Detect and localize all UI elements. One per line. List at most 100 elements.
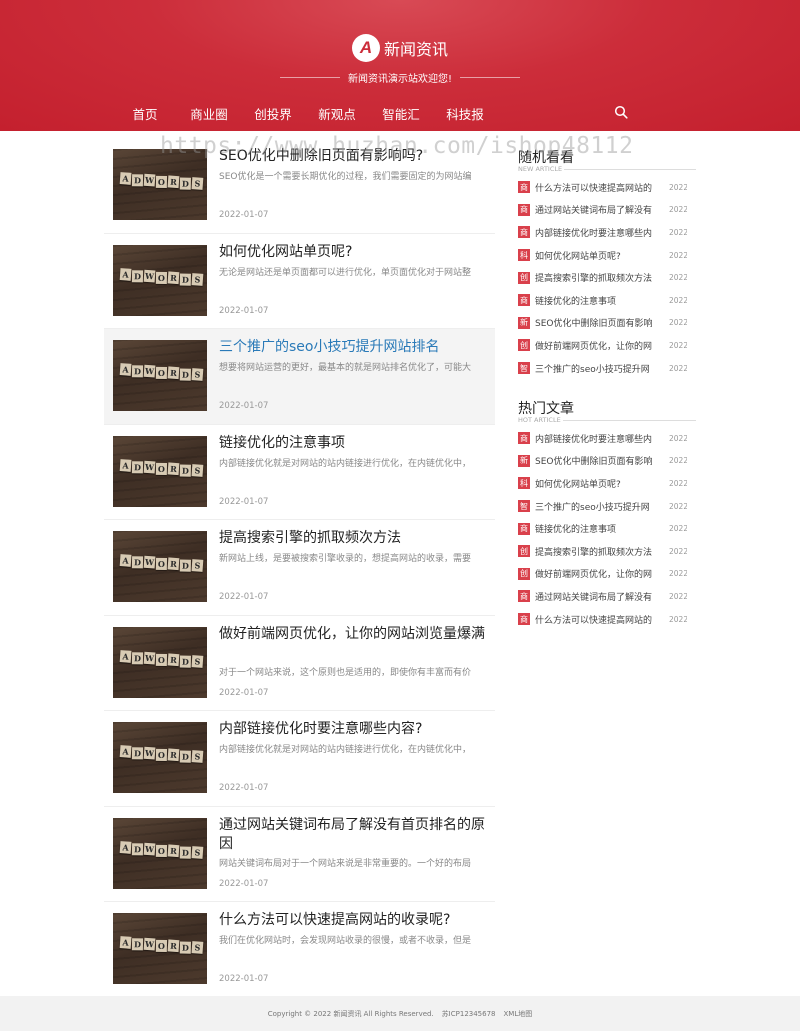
sidebar-list-item[interactable]: 创做好前端网页优化，让你的网 2022- — [518, 563, 696, 586]
site-logo[interactable]: A 新闻资讯 — [0, 34, 800, 62]
article-item[interactable]: A D W O R D S 通过网站关键词布局了解没有首页排名的原因 网站关键词布局对于一个网站… — [104, 807, 495, 902]
sidebar-list-item[interactable]: 商通过网站关键词布局了解没有 2022- — [518, 585, 696, 608]
thumbnail-tile: D — [131, 460, 144, 473]
sidebar-item-title[interactable]: 什么方法可以快速提高网站的 — [535, 613, 661, 626]
article-date: 2022-01-07 — [219, 783, 269, 793]
article-title[interactable]: 内部链接优化时要注意哪些内容? — [219, 720, 489, 739]
article-title[interactable]: 通过网站关键词布局了解没有首页排名的原因 — [219, 816, 489, 854]
nav-item-business[interactable]: 商业圈 — [177, 104, 241, 123]
article-excerpt: 我们在优化网站时，会发现网站收录的很慢，或者不收录，但是 — [219, 936, 472, 946]
article-thumbnail[interactable]: ADWORDS — [113, 340, 207, 411]
footer-sitemap-link[interactable]: XML地图 — [504, 1009, 533, 1019]
article-title[interactable]: SEO优化中删除旧页面有影响吗? — [219, 147, 489, 166]
article-thumbnail[interactable]: ADWORDS — [113, 817, 207, 889]
thumbnail-tile: D — [131, 747, 144, 760]
sidebar-item-title[interactable]: 通过网站关键词布局了解没有 — [535, 590, 661, 603]
article-title[interactable]: 三个推广的seo小技巧提升网站排名 — [219, 338, 489, 357]
sidebar-list-item[interactable]: 创提高搜索引擎的抓取频次方法 2022- — [518, 266, 696, 289]
sidebar-item-title[interactable]: 什么方法可以快速提高网站的 — [535, 181, 661, 194]
thumbnail-tiles: ADWORDS — [119, 936, 205, 954]
sidebar-list-item[interactable]: 商链接优化的注意事项 2022- — [518, 517, 696, 540]
article-thumbnail[interactable]: ADWORDS — [113, 626, 207, 698]
category-badge: 创 — [518, 271, 530, 284]
thumbnail-tile: O — [155, 748, 168, 762]
article-title[interactable]: 什么方法可以快速提高网站的收录呢? — [219, 911, 489, 930]
article-item[interactable]: A D W O R D S 内部链接优化时要注意哪些内容? 内部链接优化就是对网站的站内链接进行… — [104, 711, 495, 807]
nav-item-home[interactable]: 首页 — [113, 104, 177, 123]
category-badge: 商 — [518, 432, 530, 445]
article-item[interactable]: A D W O R D S 三个推广的seo小技巧提升网站排名 想要将网站运营的更好，最基本的就… — [104, 329, 495, 425]
sidebar-list-item[interactable]: 商什么方法可以快速提高网站的 2022- — [518, 176, 696, 199]
sidebar-item-title[interactable]: 链接优化的注意事项 — [535, 522, 661, 535]
sidebar-item-title[interactable]: 链接优化的注意事项 — [535, 294, 661, 307]
divider — [562, 419, 696, 421]
thumbnail-tile: D — [131, 842, 144, 855]
sidebar-item-title[interactable]: 三个推广的seo小技巧提升网 — [535, 362, 661, 375]
article-thumbnail[interactable]: ADWORDS — [113, 913, 207, 984]
nav-item-venture[interactable]: 创投界 — [241, 104, 305, 123]
article-thumbnail[interactable]: ADWORDS — [113, 722, 207, 793]
sidebar-list-item[interactable]: 科如何优化网站单页呢? 2022- — [518, 244, 696, 267]
sidebar-list-item[interactable]: 智三个推广的seo小技巧提升网 2022- — [518, 357, 696, 380]
sidebar-item-title[interactable]: 如何优化网站单页呢? — [535, 249, 661, 262]
article-item[interactable]: A D W O R D S SEO优化中删除旧页面有影响吗? SEO优化是一个需要长期优化的过程… — [104, 138, 495, 234]
article-item[interactable]: A D W O R D S 做好前端网页优化，让你的网站浏览量爆满 对于一个网站来说，这个原则也… — [104, 616, 495, 711]
sidebar-list-item[interactable]: 商内部链接优化时要注意哪些内 2022- — [518, 427, 696, 450]
sidebar-list-item[interactable]: 商链接优化的注意事项 2022- — [518, 289, 696, 312]
nav-item-opinion[interactable]: 新观点 — [305, 104, 369, 123]
sidebar-item-title[interactable]: 内部链接优化时要注意哪些内 — [535, 432, 661, 445]
thumbnail-tile: R — [167, 366, 180, 380]
article-thumbnail[interactable]: ADWORDS — [113, 435, 207, 507]
sidebar-list-item[interactable]: 科如何优化网站单页呢? 2022- — [518, 472, 696, 495]
logo-icon: A — [351, 34, 380, 62]
sidebar-list-item[interactable]: 新 SEO优化中删除旧页面有影响 2022- — [518, 450, 696, 473]
thumbnail-tile: R — [167, 652, 180, 666]
sidebar-list-item[interactable]: 商什么方法可以快速提高网站的 2022- — [518, 608, 696, 631]
article-title[interactable]: 做好前端网页优化，让你的网站浏览量爆满 — [219, 625, 489, 644]
thumbnail-tile: D — [131, 938, 144, 951]
sidebar-random-subtitle: NEW ARTICLE — [518, 165, 696, 173]
nav-item-tech[interactable]: 科技报 — [433, 104, 497, 123]
sidebar-item-title[interactable]: 三个推广的seo小技巧提升网 — [535, 500, 661, 513]
article-item[interactable]: A D W O R D S 如何优化网站单页呢? 无论是网站还是单页面都可以进行优化，单页面优化… — [104, 234, 495, 329]
article-thumbnail[interactable]: ADWORDS — [113, 149, 207, 220]
sidebar-list-item[interactable]: 新 SEO优化中删除旧页面有影响 2022- — [518, 312, 696, 335]
search-icon[interactable] — [614, 105, 628, 119]
article-title[interactable]: 如何优化网站单页呢? — [219, 243, 489, 262]
sidebar-list-item[interactable]: 创提高搜索引擎的抓取频次方法 2022- — [518, 540, 696, 563]
sidebar-item-title[interactable]: SEO优化中删除旧页面有影响 — [535, 316, 661, 329]
thumbnail-tiles: ADWORDS — [119, 172, 205, 190]
article-title[interactable]: 提高搜索引擎的抓取频次方法 — [219, 529, 489, 548]
thumbnail-tiles: ADWORDS — [119, 458, 205, 477]
site-name: 新闻资讯 — [383, 40, 448, 59]
sidebar-item-title[interactable]: 如何优化网站单页呢? — [535, 477, 661, 490]
article-title[interactable]: 链接优化的注意事项 — [219, 434, 489, 453]
nav-item-smart[interactable]: 智能汇 — [369, 104, 433, 123]
footer-icp-link[interactable]: 苏ICP12345678 — [442, 1009, 496, 1019]
site-header: A 新闻资讯 新闻资讯演示站欢迎您! 首页 商业圈 创投界 新观点 智能汇 科技… — [0, 0, 800, 131]
sidebar-item-title[interactable]: 做好前端网页优化，让你的网 — [535, 339, 661, 352]
thumbnail-tile: W — [143, 937, 156, 951]
sidebar-item-title[interactable]: 提高搜索引擎的抓取频次方法 — [535, 545, 661, 558]
thumbnail-tile: W — [143, 364, 156, 378]
sidebar-item-title[interactable]: 通过网站关键词布局了解没有 — [535, 203, 661, 216]
sidebar-item-date: 2022- — [669, 318, 687, 328]
thumbnail-tile: O — [155, 462, 168, 475]
thumbnail-tile: S — [191, 272, 204, 286]
sidebar-item-title[interactable]: 内部链接优化时要注意哪些内 — [535, 226, 661, 239]
sidebar-item-title[interactable]: 做好前端网页优化，让你的网 — [535, 567, 661, 580]
sidebar-list-item[interactable]: 商内部链接优化时要注意哪些内 2022- — [518, 221, 696, 244]
sidebar-list-item[interactable]: 智三个推广的seo小技巧提升网 2022- — [518, 495, 696, 518]
sidebar-item-title[interactable]: SEO优化中删除旧页面有影响 — [535, 454, 661, 467]
sidebar-list-item[interactable]: 商通过网站关键词布局了解没有 2022- — [518, 199, 696, 222]
sidebar-item-title[interactable]: 提高搜索引擎的抓取频次方法 — [535, 271, 661, 284]
article-item[interactable]: A D W O R D S 提高搜索引擎的抓取频次方法 新网站上线，是要被搜索引擎收录的，想提高… — [104, 520, 495, 616]
article-thumbnail[interactable]: ADWORDS — [113, 244, 207, 316]
thumbnail-tile: D — [179, 655, 191, 668]
article-item[interactable]: A D W O R D S 什么方法可以快速提高网站的收录呢? 我们在优化网站时，会发现网站收录… — [104, 902, 495, 998]
article-thumbnail[interactable]: ADWORDS — [113, 531, 207, 602]
thumbnail-tile: O — [155, 844, 168, 857]
thumbnail-tile: D — [131, 651, 144, 664]
article-item[interactable]: A D W O R D S 链接优化的注意事项 内部链接优化就是对网站的站内链接进行优化，在内链… — [104, 425, 495, 520]
sidebar-list-item[interactable]: 创做好前端网页优化，让你的网 2022- — [518, 334, 696, 357]
